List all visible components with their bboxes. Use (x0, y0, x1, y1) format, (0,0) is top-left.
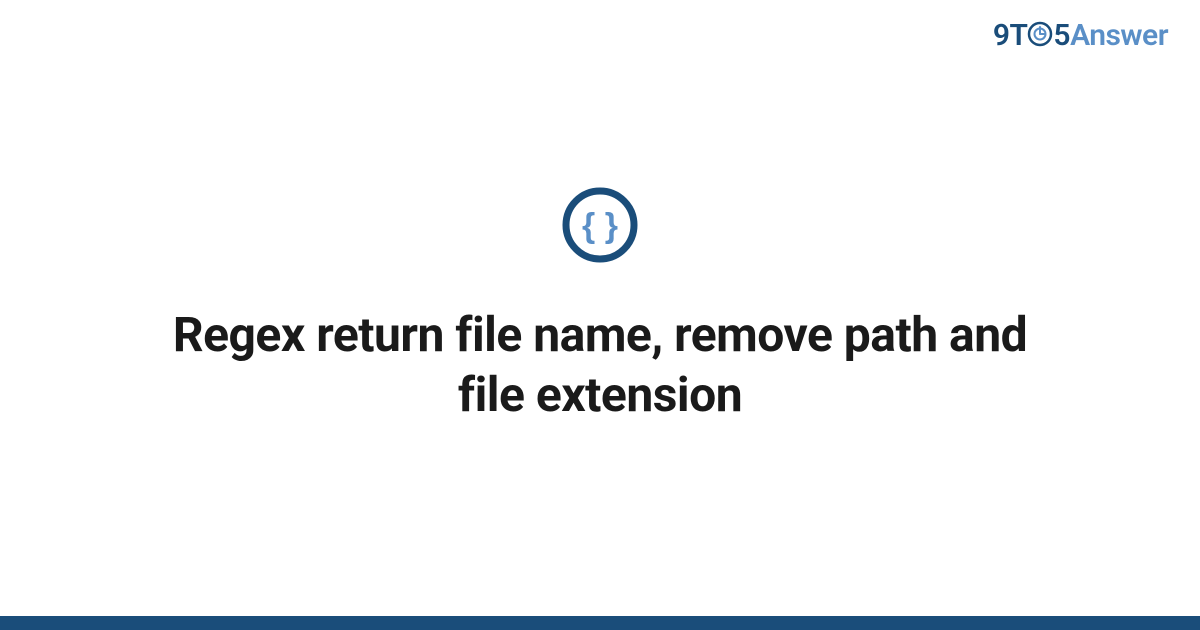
curly-braces-icon: { } (560, 185, 640, 265)
category-icon: { } (560, 185, 640, 269)
main-content: { } Regex return file name, remove path … (0, 0, 1200, 630)
page-title: Regex return file name, remove path and … (150, 305, 1050, 425)
footer-accent-bar (0, 616, 1200, 630)
svg-text:{ }: { } (582, 207, 618, 245)
